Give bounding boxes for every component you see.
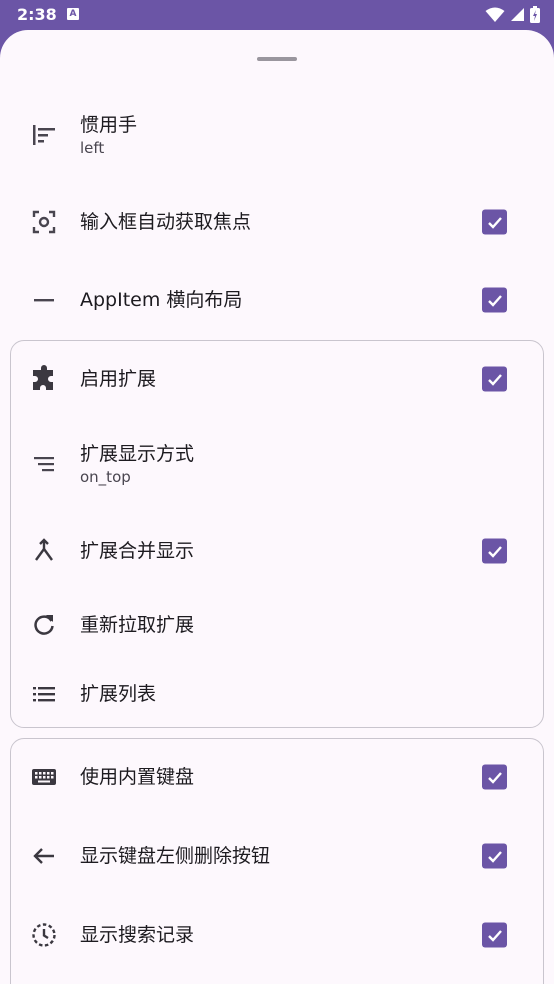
check-icon	[487, 294, 502, 307]
setting-enable-extensions[interactable]: 启用扩展	[0, 349, 554, 409]
setting-label: 输入框自动获取焦点	[80, 211, 252, 233]
setting-text: AppItem 横向布局	[80, 288, 242, 312]
setting-text: 显示键盘左侧删除按钮	[80, 844, 270, 868]
sort-lines-icon	[30, 450, 58, 478]
checkbox-checked[interactable]	[482, 843, 507, 869]
history-icon	[30, 921, 58, 949]
refresh-icon	[30, 611, 58, 639]
setting-delete-button-left[interactable]: 显示键盘左侧删除按钮	[0, 826, 554, 886]
check-icon	[487, 771, 502, 784]
setting-text: 启用扩展	[80, 367, 156, 391]
list-icon	[30, 680, 58, 708]
checkbox-checked[interactable]	[482, 764, 507, 790]
check-icon	[487, 373, 502, 386]
setting-text: 扩展列表	[80, 682, 156, 706]
check-icon	[487, 216, 502, 229]
setting-label: 扩展列表	[80, 683, 157, 705]
setting-text: 扩展显示方式 on_top	[80, 442, 194, 486]
keyboard-icon	[30, 763, 58, 791]
setting-handedness[interactable]: 惯用手 left	[0, 105, 554, 165]
battery-icon	[530, 6, 540, 27]
setting-value: on_top	[80, 468, 131, 486]
checkbox-checked[interactable]	[482, 209, 507, 235]
align-left-icon	[30, 121, 58, 149]
setting-label: 扩展显示方式	[80, 443, 195, 465]
arrow-left-icon	[30, 842, 58, 870]
setting-text: 扩展合并显示	[80, 539, 194, 563]
checkbox-checked[interactable]	[482, 922, 507, 948]
setting-label: 启用扩展	[80, 368, 157, 390]
status-time: 2:38	[17, 5, 57, 24]
setting-extension-list[interactable]: 扩展列表	[0, 664, 554, 724]
setting-autofocus[interactable]: 输入框自动获取焦点	[0, 192, 554, 252]
check-icon	[487, 545, 502, 558]
checkbox-checked[interactable]	[482, 538, 507, 564]
puzzle-icon	[30, 365, 58, 393]
setting-label: 使用内置键盘	[80, 766, 195, 788]
merge-icon	[30, 537, 58, 565]
notification-badge: A	[67, 8, 79, 20]
setting-appitem-horizontal[interactable]: AppItem 横向布局	[0, 270, 554, 330]
check-icon	[487, 929, 502, 942]
setting-text: 惯用手 left	[80, 113, 137, 157]
setting-label: AppItem 横向布局	[80, 289, 243, 311]
setting-label: 显示搜索记录	[80, 924, 195, 946]
setting-text: 显示搜索记录	[80, 923, 194, 947]
setting-text: 重新拉取扩展	[80, 613, 194, 637]
setting-label: 显示键盘左侧删除按钮	[80, 845, 271, 867]
setting-value: left	[80, 139, 105, 157]
setting-text: 输入框自动获取焦点	[80, 210, 251, 234]
wifi-icon	[485, 7, 505, 27]
setting-builtin-keyboard[interactable]: 使用内置键盘	[0, 747, 554, 807]
setting-refetch-extensions[interactable]: 重新拉取扩展	[0, 595, 554, 655]
focus-center-icon	[30, 208, 58, 236]
check-icon	[487, 850, 502, 863]
drag-handle[interactable]	[257, 57, 297, 61]
cellular-signal-icon	[510, 7, 525, 26]
setting-extension-merge-display[interactable]: 扩展合并显示	[0, 521, 554, 581]
status-icons	[485, 6, 540, 27]
setting-extension-display-mode[interactable]: 扩展显示方式 on_top	[0, 434, 554, 494]
setting-label: 重新拉取扩展	[80, 614, 195, 636]
checkbox-checked[interactable]	[482, 287, 507, 313]
status-bar: 2:38 A	[0, 0, 554, 30]
setting-search-history[interactable]: 显示搜索记录	[0, 905, 554, 965]
setting-label: 扩展合并显示	[80, 540, 195, 562]
setting-label: 惯用手	[80, 114, 138, 136]
settings-bottom-sheet: 惯用手 left 输入框自动获取焦点 AppItem 横向布局 启用扩展 扩展显…	[0, 30, 554, 984]
horizontal-rule-icon	[30, 286, 58, 314]
setting-text: 使用内置键盘	[80, 765, 194, 789]
checkbox-checked[interactable]	[482, 366, 507, 392]
